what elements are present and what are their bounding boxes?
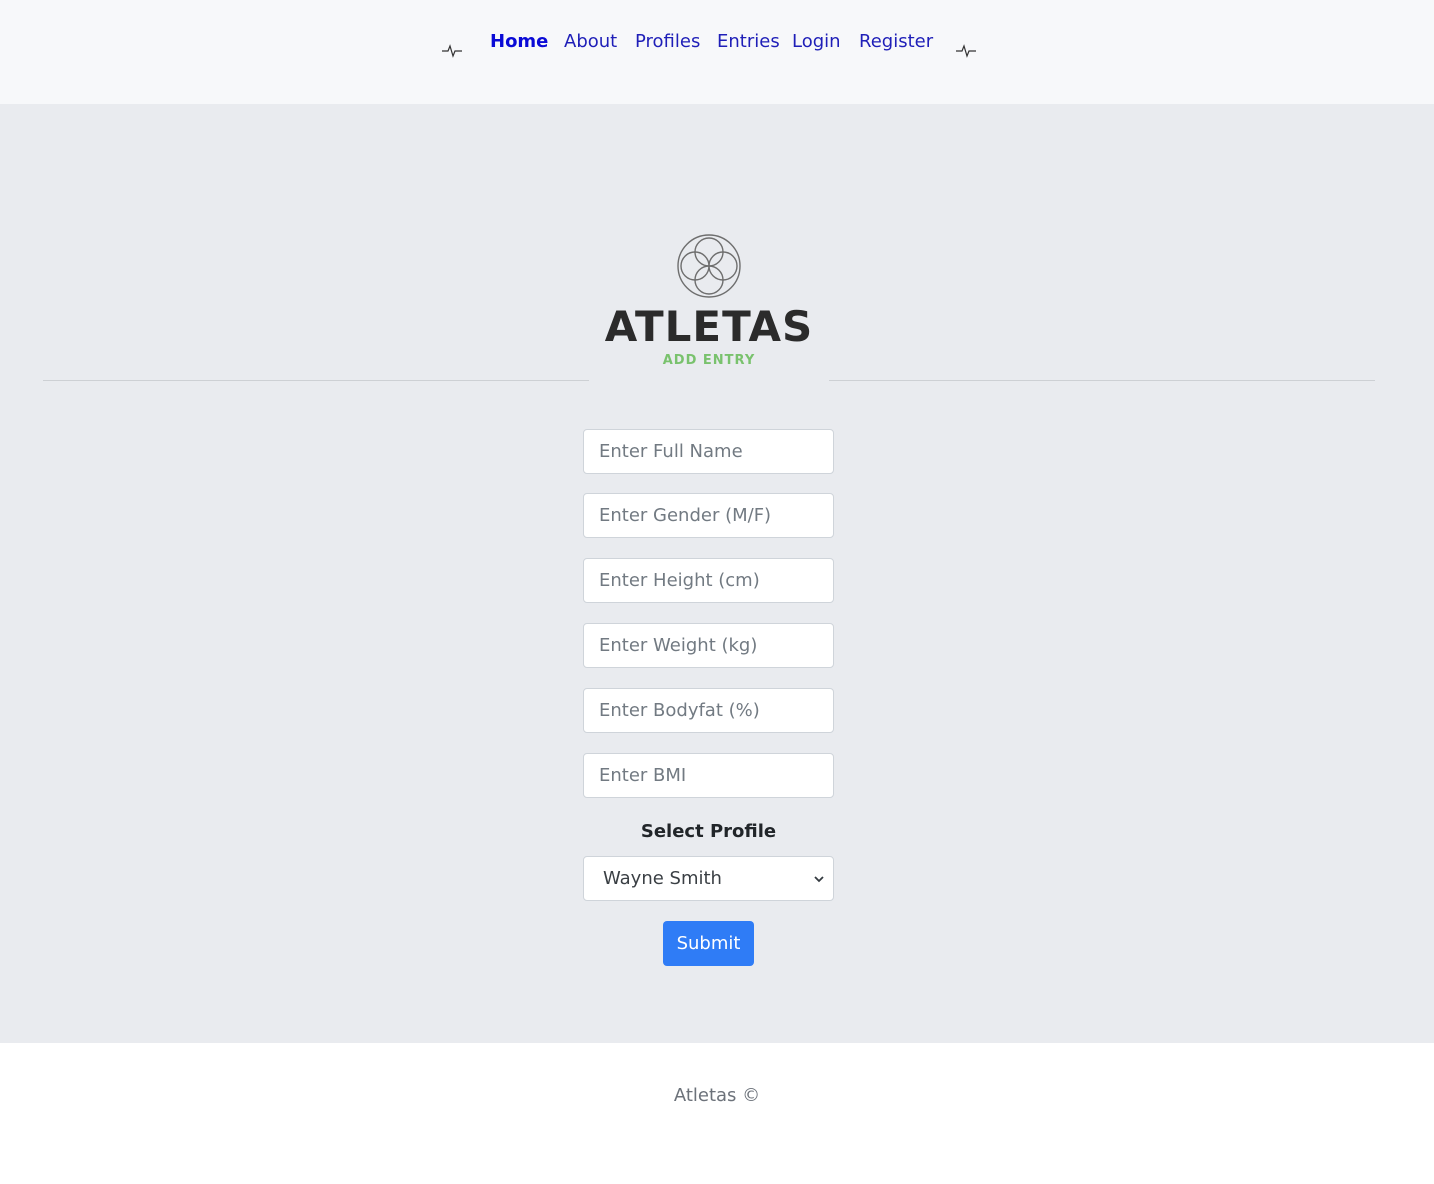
gender-input[interactable] — [583, 493, 834, 538]
footer: Atletas © — [0, 1043, 1434, 1184]
interlocking-circles-icon — [677, 234, 741, 298]
select-profile-label: Select Profile — [640, 821, 777, 842]
height-input[interactable] — [583, 558, 834, 603]
chevron-down-icon — [814, 876, 824, 883]
nav-entries-link[interactable]: Entries — [717, 31, 780, 53]
bmi-input[interactable] — [583, 753, 834, 798]
logo-subtitle: ADD ENTRY — [662, 353, 756, 368]
heartbeat-icon — [442, 44, 462, 58]
bodyfat-input[interactable] — [583, 688, 834, 733]
heartbeat-icon — [956, 44, 976, 58]
nav-register-link[interactable]: Register — [859, 31, 933, 53]
logo: ATLETAS ADD ENTRY — [589, 180, 829, 384]
main-content: ATLETAS ADD ENTRY Select Profile Wayne S… — [0, 104, 1434, 1043]
submit-button[interactable]: Submit — [663, 921, 754, 966]
profile-select[interactable]: Wayne Smith — [583, 856, 834, 901]
weight-input[interactable] — [583, 623, 834, 668]
footer-copyright: Atletas © — [673, 1085, 761, 1106]
nav-profiles-link[interactable]: Profiles — [635, 31, 700, 53]
nav-login-link[interactable]: Login — [792, 31, 841, 53]
navbar: Home About Profiles Entries Login Regist… — [0, 0, 1434, 104]
profile-select-value: Wayne Smith — [603, 868, 722, 889]
nav-about-link[interactable]: About — [564, 31, 617, 53]
logo-title: ATLETAS — [604, 302, 814, 351]
full-name-input[interactable] — [583, 429, 834, 474]
nav-home-link[interactable]: Home — [490, 31, 548, 53]
